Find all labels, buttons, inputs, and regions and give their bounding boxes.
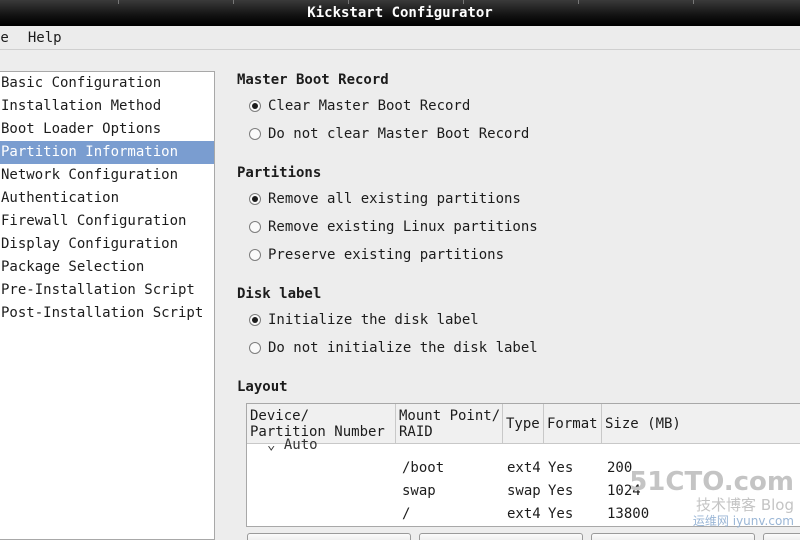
- titlebar-tick: [233, 0, 234, 4]
- radio-indicator[interactable]: [249, 128, 261, 140]
- column-header-mount-point[interactable]: Mount Point/RAID: [396, 404, 503, 444]
- edit-partition-button[interactable]: [419, 533, 583, 540]
- layout-section-title: Layout: [237, 379, 288, 395]
- add-partition-button[interactable]: [247, 533, 411, 540]
- sidebar-item-boot-loader-options[interactable]: Boot Loader Options: [0, 118, 214, 141]
- radio-label: Clear Master Boot Record: [268, 98, 471, 114]
- cell-format: Yes: [548, 460, 574, 476]
- menu-file[interactable]: le: [0, 30, 16, 46]
- radio-label: Remove existing Linux partitions: [268, 219, 538, 235]
- radio-indicator[interactable]: [249, 193, 261, 205]
- cell-type: ext4: [507, 506, 541, 522]
- radio-label: Initialize the disk label: [268, 312, 479, 328]
- sidebar-item-partition-information[interactable]: Partition Information: [0, 141, 214, 164]
- radio-do-not-clear-mbr[interactable]: Do not clear Master Boot Record: [249, 124, 529, 144]
- raid-button[interactable]: [763, 533, 800, 540]
- sidebar-item-firewall-configuration[interactable]: Firewall Configuration: [0, 210, 214, 233]
- table-header: Device/Partition Number Mount Point/RAID…: [247, 404, 800, 444]
- cell-type: swap: [507, 483, 541, 499]
- tree-expander-icon[interactable]: ⌄: [267, 437, 284, 453]
- column-header-type[interactable]: Type: [503, 404, 544, 444]
- titlebar-tick: [118, 0, 119, 4]
- radio-remove-all-partitions[interactable]: Remove all existing partitions: [249, 189, 521, 209]
- sidebar-list[interactable]: Basic Configuration Installation Method …: [0, 71, 215, 540]
- sidebar-item-pre-installation-script[interactable]: Pre-Installation Script: [0, 279, 214, 302]
- radio-label: Preserve existing partitions: [268, 247, 505, 263]
- sidebar-item-network-configuration[interactable]: Network Configuration: [0, 164, 214, 187]
- column-header-format[interactable]: Format: [544, 404, 602, 444]
- radio-preserve-partitions[interactable]: Preserve existing partitions: [249, 245, 504, 265]
- radio-indicator[interactable]: [249, 100, 261, 112]
- radio-indicator[interactable]: [249, 221, 261, 233]
- radio-indicator[interactable]: [249, 249, 261, 261]
- sidebar-item-display-configuration[interactable]: Display Configuration: [0, 233, 214, 256]
- cell-mount: /boot: [402, 460, 445, 476]
- mbr-section-title: Master Boot Record: [237, 72, 389, 88]
- watermark-logo: 51CTO.com 技术博客 Blog 运维网 iyunv.com: [629, 467, 794, 528]
- radio-initialize-disk-label[interactable]: Initialize the disk label: [249, 310, 479, 330]
- cell-mount: swap: [402, 483, 436, 499]
- sidebar-item-authentication[interactable]: Authentication: [0, 187, 214, 210]
- tree-row-auto[interactable]: ⌄ Auto: [267, 437, 318, 453]
- cell-format: Yes: [548, 506, 574, 522]
- radio-indicator[interactable]: [249, 314, 261, 326]
- cell-format: Yes: [548, 483, 574, 499]
- radio-label: Do not initialize the disk label: [268, 340, 538, 356]
- radio-label: Do not clear Master Boot Record: [268, 126, 530, 142]
- sidebar-item-post-installation-script[interactable]: Post-Installation Script: [0, 302, 214, 325]
- cell-mount: /: [402, 506, 411, 522]
- partitions-section-title: Partitions: [237, 165, 322, 181]
- cell-type: ext4: [507, 460, 541, 476]
- menu-help[interactable]: Help: [28, 30, 69, 46]
- radio-clear-mbr[interactable]: Clear Master Boot Record: [249, 96, 470, 116]
- radio-do-not-initialize-disk-label[interactable]: Do not initialize the disk label: [249, 338, 538, 358]
- radio-label: Remove all existing partitions: [268, 191, 521, 207]
- column-header-size[interactable]: Size (MB): [602, 404, 800, 444]
- disk-label-section-title: Disk label: [237, 286, 322, 302]
- sidebar-item-basic-configuration[interactable]: Basic Configuration: [0, 72, 214, 95]
- radio-remove-linux-partitions[interactable]: Remove existing Linux partitions: [249, 217, 538, 237]
- sidebar-item-package-selection[interactable]: Package Selection: [0, 256, 214, 279]
- delete-partition-button[interactable]: [591, 533, 755, 540]
- sidebar-item-installation-method[interactable]: Installation Method: [0, 95, 214, 118]
- radio-indicator[interactable]: [249, 342, 261, 354]
